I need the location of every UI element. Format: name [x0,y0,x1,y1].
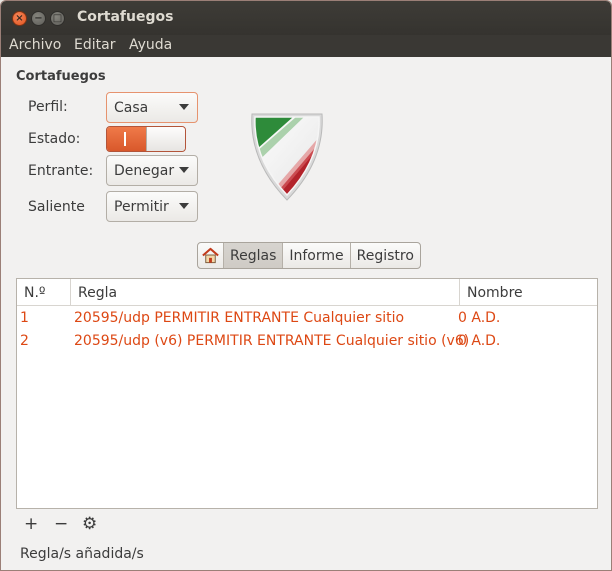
dropdown-arrow-icon [179,203,189,209]
maximize-icon: □ [52,12,63,24]
minimize-icon: − [34,12,43,24]
rule-name: 0 A.D. [458,309,501,326]
menu-editar[interactable]: Editar [74,37,115,53]
profile-value: Casa [114,99,149,116]
column-name[interactable]: Nombre [459,279,597,306]
status-toggle[interactable] [106,126,186,152]
firewall-window: × − □ Cortafuegos Archivo Editar Ayuda C… [0,0,612,571]
tab-reglas[interactable]: Reglas [223,243,283,268]
table-row[interactable]: 2 20595/udp (v6) PERMITIR ENTRANTE Cualq… [17,329,597,352]
toggle-knob[interactable] [145,127,185,151]
column-rule[interactable]: Regla [70,279,459,306]
view-tabs: Reglas Informe Registro [197,242,421,269]
menu-bar: Archivo Editar Ayuda [1,35,611,57]
incoming-label: Entrante: [28,163,94,179]
remove-rule-button[interactable]: − [54,515,68,533]
rule-text: 20595/udp PERMITIR ENTRANTE Cualquier si… [74,309,405,326]
outgoing-value: Permitir [114,198,169,215]
profile-label: Perfil: [28,99,68,115]
column-number[interactable]: N.º [17,279,70,306]
tab-home[interactable] [198,243,223,268]
tab-registro[interactable]: Registro [349,243,420,268]
dropdown-arrow-icon [179,104,189,110]
rules-table: N.º Regla Nombre 1 20595/udp PERMITIR EN… [16,278,598,509]
menu-archivo[interactable]: Archivo [9,37,61,53]
table-header: N.º Regla Nombre [17,279,597,306]
close-window-button[interactable]: × [12,11,27,26]
close-icon: × [15,12,24,24]
menu-ayuda[interactable]: Ayuda [129,37,172,53]
window-title: Cortafuegos [77,9,174,25]
dropdown-arrow-icon [179,167,189,173]
home-icon [202,247,219,264]
status-bar-text: Regla/s añadida/s [20,546,144,562]
rule-number: 2 [20,332,29,349]
shield-icon [251,113,323,201]
rule-name: 0 A.D. [458,332,501,349]
outgoing-label: Saliente [28,199,85,215]
minimize-window-button[interactable]: − [31,11,46,26]
tab-informe[interactable]: Informe [282,243,349,268]
toggle-on-track [107,127,146,151]
section-title: Cortafuegos [16,69,106,84]
outgoing-select[interactable]: Permitir [106,191,198,222]
settings-gear-icon[interactable]: ⚙ [82,515,97,533]
add-rule-button[interactable]: + [24,515,38,533]
profile-select[interactable]: Casa [106,92,198,123]
title-bar[interactable]: × − □ Cortafuegos [1,1,611,35]
rule-number: 1 [20,309,29,326]
toggle-on-indicator [124,132,126,146]
table-row[interactable]: 1 20595/udp PERMITIR ENTRANTE Cualquier … [17,306,597,329]
incoming-value: Denegar [114,162,175,179]
maximize-window-button[interactable]: □ [50,11,65,26]
status-label: Estado: [28,131,81,147]
rule-text: 20595/udp (v6) PERMITIR ENTRANTE Cualqui… [74,332,470,349]
incoming-select[interactable]: Denegar [106,155,198,186]
